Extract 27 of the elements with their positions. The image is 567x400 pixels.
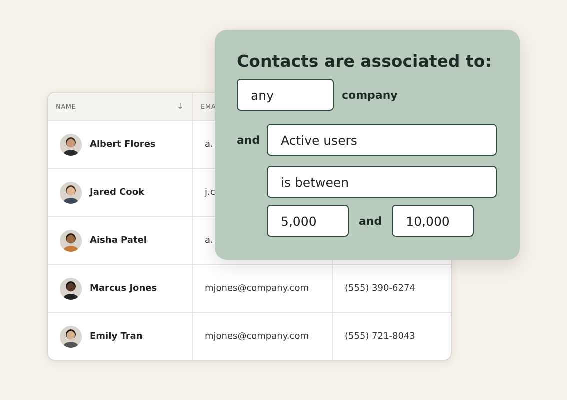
email-text: a. xyxy=(205,140,214,150)
avatar-icon xyxy=(60,230,82,252)
email-text: a. xyxy=(205,236,214,246)
email-text: mjones@company.com xyxy=(205,332,309,342)
phone-number: (555) 721-8043 xyxy=(345,332,416,342)
sort-icon[interactable]: ↓ xyxy=(176,102,184,111)
phone-number: (555) 390-6274 xyxy=(345,284,416,294)
dropdown-field[interactable]: Active users xyxy=(267,124,497,156)
contact-name: Marcus Jones xyxy=(90,284,158,294)
dropdown-field[interactable]: is between xyxy=(267,166,497,198)
contact-name: Albert Flores xyxy=(90,140,156,150)
panel-title: Contacts are associated to: xyxy=(237,52,493,71)
field-label: company xyxy=(342,88,398,102)
avatar-icon xyxy=(60,182,82,204)
contact-name: Aisha Patel xyxy=(90,236,147,246)
avatar-icon xyxy=(60,326,82,348)
contact-name: Jared Cook xyxy=(90,188,144,198)
email-text: j.c xyxy=(205,188,216,198)
input-field[interactable]: 10,000 xyxy=(392,205,474,237)
avatar-icon xyxy=(60,134,82,156)
contact-name: Emily Tran xyxy=(90,332,143,342)
email-text: mjones@company.com xyxy=(205,284,309,294)
input-field[interactable]: any xyxy=(237,79,334,111)
field-label: and xyxy=(237,134,259,146)
avatar-icon xyxy=(60,278,82,300)
field-label: and xyxy=(359,214,382,228)
input-field[interactable]: 5,000 xyxy=(267,205,349,237)
